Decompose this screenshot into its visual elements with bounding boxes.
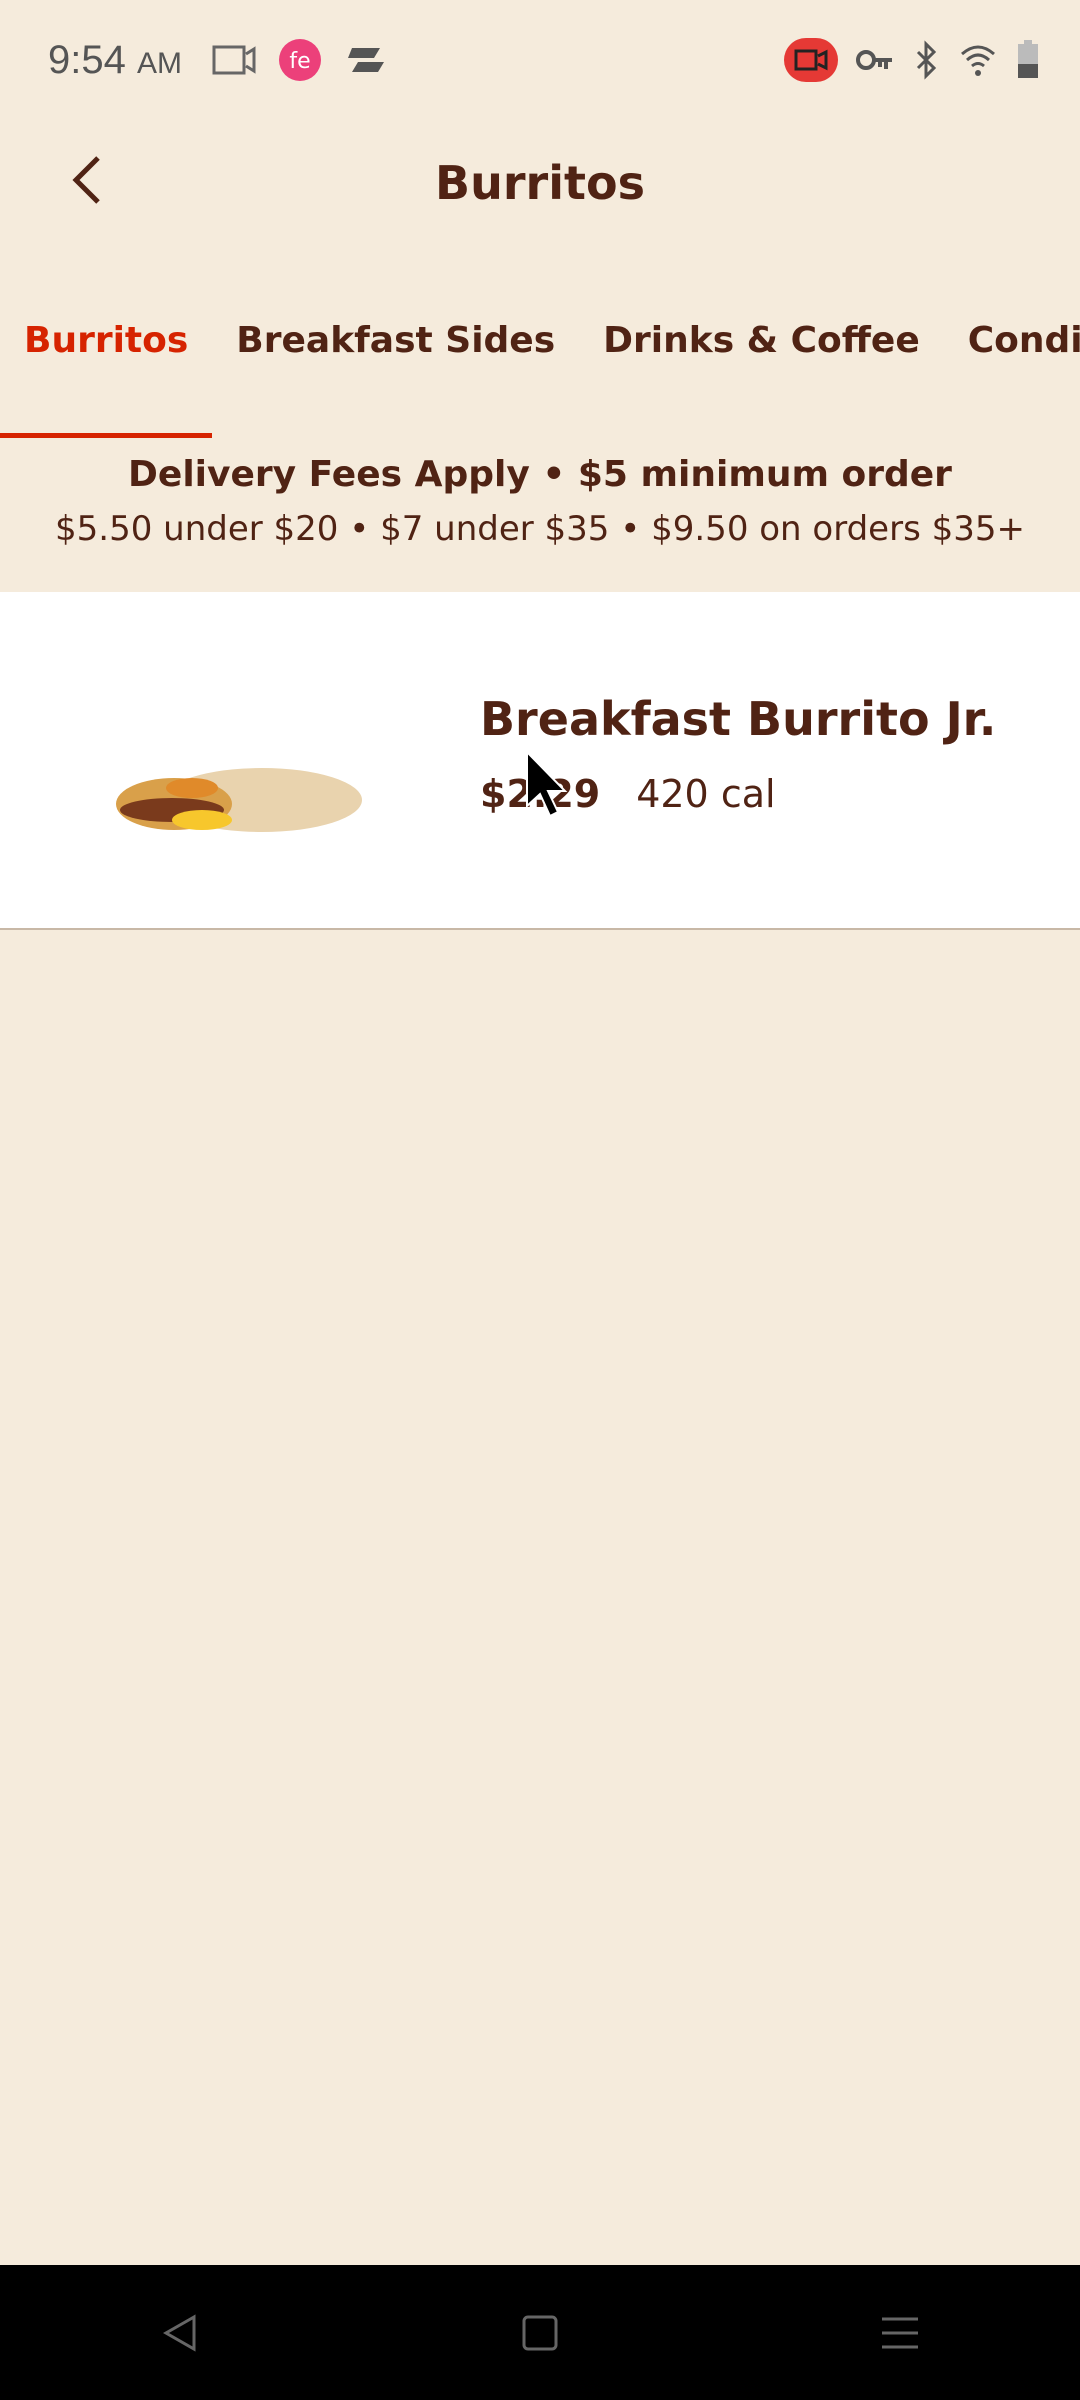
bluetooth-icon: [916, 40, 937, 80]
tab-drinks-coffee[interactable]: Drinks & Coffee: [579, 300, 944, 438]
delivery-fee-banner: Delivery Fees Apply • $5 minimum order $…: [0, 440, 1080, 592]
status-bar: 9:54 AM fe: [0, 0, 1080, 120]
home-nav-icon[interactable]: [520, 2313, 560, 2353]
screen-record-icon: [784, 38, 838, 82]
header: Burritos: [0, 120, 1080, 245]
vpn-key-icon: [856, 50, 892, 70]
app-notification-icon: fe: [278, 39, 321, 81]
video-camera-icon: [212, 45, 256, 75]
wifi-icon: [961, 45, 995, 76]
system-nav-bar: [0, 2265, 1080, 2400]
delivery-fee-details: $5.50 under $20 • $7 under $35 • $9.50 o…: [55, 509, 1025, 549]
menu-item-name: Breakfast Burrito Jr.: [480, 692, 997, 746]
burrito-image: [116, 768, 362, 832]
mouse-cursor-icon: [526, 750, 568, 818]
sync-icon: [347, 48, 384, 72]
battery-icon: [1018, 40, 1038, 78]
menu-item-calories: 420 cal: [636, 772, 776, 816]
menu-nav-icon[interactable]: [880, 2313, 920, 2353]
tab-burritos[interactable]: Burritos: [0, 300, 213, 438]
tab-breakfast-sides[interactable]: Breakfast Sides: [212, 300, 579, 438]
chevron-left-icon[interactable]: [60, 150, 120, 210]
svg-text:fe: fe: [289, 49, 310, 74]
page-title: Burritos: [435, 155, 645, 210]
back-nav-icon[interactable]: [160, 2313, 200, 2353]
category-tabs: Burritos Breakfast Sides Drinks & Coffee…: [0, 300, 1080, 440]
status-time: 9:54 AM: [48, 37, 182, 82]
tab-condiments[interactable]: Condiments: [944, 300, 1080, 438]
delivery-fee-title: Delivery Fees Apply • $5 minimum order: [128, 454, 952, 495]
